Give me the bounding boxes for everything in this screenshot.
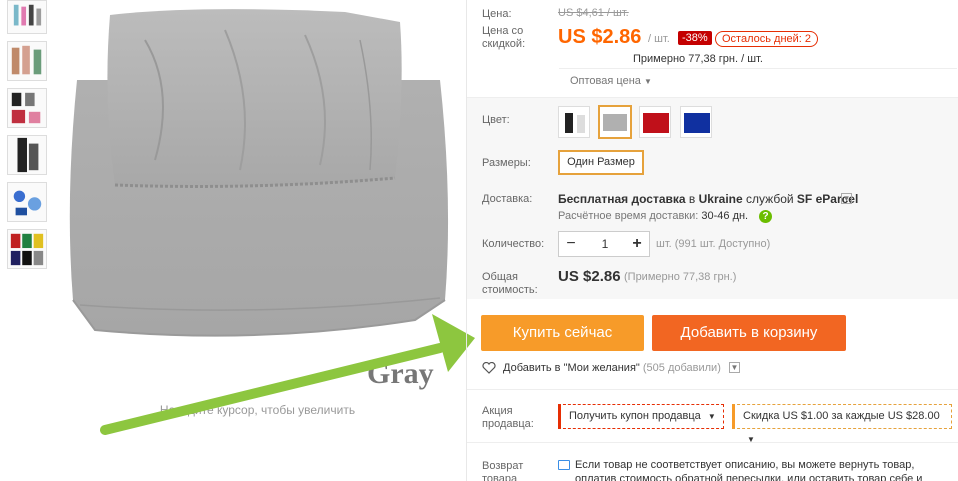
discount-label: Скидка US $1.00 за каждые US $28.00 — [743, 410, 940, 422]
returns-text: Если товар не соответствует описанию, вы… — [575, 459, 923, 481]
total-label: Общая стоимость: — [482, 271, 538, 296]
quantity-stepper: − 1 + — [558, 231, 650, 257]
thumbnail-3[interactable] — [7, 88, 47, 128]
quantity-plus-button[interactable]: + — [627, 234, 647, 254]
shipping-label: Доставка: — [482, 193, 533, 205]
shipping-dropdown-icon[interactable]: ▼ — [841, 193, 852, 204]
old-price: US $4,61 / шт. — [558, 7, 629, 19]
divider — [467, 389, 958, 390]
thumbnail-5[interactable] — [7, 182, 47, 222]
shipping-service-prefix: службой — [746, 192, 794, 206]
per-unit-label: / шт. — [648, 33, 670, 45]
shipping-country: Ukraine — [698, 192, 743, 206]
eta-label: Расчётное время доставки: — [558, 210, 699, 222]
wishlist-dropdown-icon[interactable]: ▼ — [729, 362, 740, 373]
size-label: Размеры: — [482, 157, 531, 169]
total-price: US $2.86 — [558, 268, 621, 285]
thumbnail-1[interactable] — [7, 0, 47, 34]
color-label: Цвет: — [482, 114, 510, 126]
discount-price: US $2.86 — [558, 26, 642, 48]
thumbnail-2[interactable] — [7, 41, 47, 81]
zoom-hint: Наведите курсор, чтобы увеличить — [159, 403, 356, 417]
total-approx: (Примерно 77,38 грн.) — [624, 271, 737, 283]
color-swatch-blue[interactable] — [680, 106, 712, 138]
thumbnail-4[interactable] — [7, 135, 47, 175]
coupon-label: Получить купон продавца — [569, 410, 701, 422]
product-info-panel: Цена: US $4,61 / шт. Цена со скидкой: US… — [467, 0, 958, 481]
product-page: Gray Наведите курсор, чтобы увеличить Це… — [0, 0, 958, 481]
price-label: Цена: — [482, 8, 512, 20]
shipping-free: Бесплатная доставка — [558, 192, 686, 206]
promo-label: Акция продавца: — [482, 405, 534, 430]
shipping-info: Бесплатная доставка в Ukraine службой SF… — [558, 192, 858, 206]
wholesale-label: Оптовая цена — [570, 75, 641, 87]
size-option-one-size[interactable]: Один Размер — [558, 150, 644, 175]
returns-label: Возврат товара — [482, 460, 524, 481]
wholesale-price-link[interactable]: Оптовая цена ▼ — [570, 75, 652, 87]
get-coupon-button[interactable]: Получить купон продавца ▼ — [558, 404, 724, 429]
quantity-minus-button[interactable]: − — [561, 234, 581, 254]
color-swatch-black-white[interactable] — [558, 106, 590, 138]
chevron-down-icon: ▼ — [707, 412, 716, 421]
approx-price: Примерно 77,38 грн. / шт. — [633, 53, 763, 65]
days-left-badge: Осталось дней: 2 — [715, 31, 819, 47]
quantity-input[interactable]: 1 — [583, 237, 627, 251]
returns-icon — [558, 460, 570, 470]
image-color-label: Gray — [367, 357, 434, 390]
color-swatch-gray[interactable] — [598, 105, 632, 139]
chevron-down-icon: ▼ — [643, 77, 652, 86]
wishlist-label: Добавить в "Мои желания" — [503, 362, 640, 374]
discount-price-label: Цена со скидкой: — [482, 25, 526, 50]
discount-badge: -38% — [678, 31, 712, 45]
divider — [559, 68, 957, 69]
shipping-in: в — [688, 192, 696, 206]
thumbnail-6[interactable] — [7, 229, 47, 269]
heart-icon[interactable] — [482, 362, 496, 374]
seller-discount-button[interactable]: Скидка US $1.00 за каждые US $28.00 ▼ — [732, 404, 952, 444]
main-product-image[interactable] — [55, 0, 460, 400]
quantity-available: шт. (991 шт. Доступно) — [656, 238, 771, 250]
quantity-label: Количество: — [482, 238, 545, 250]
buy-now-button[interactable]: Купить сейчас — [481, 315, 644, 351]
help-icon[interactable]: ? — [759, 210, 772, 223]
divider — [467, 442, 958, 443]
add-to-cart-button[interactable]: Добавить в корзину — [652, 315, 846, 351]
thumbnail-list — [7, 0, 49, 276]
wishlist-link[interactable]: Добавить в "Мои желания" (505 добавили) — [503, 362, 721, 374]
color-swatch-red[interactable] — [639, 106, 671, 138]
delivery-eta: Расчётное время доставки: 30-46 дн. — [558, 210, 748, 222]
eta-value: 30-46 дн. — [701, 210, 749, 222]
wishlist-count: (505 добавили) — [642, 362, 721, 374]
